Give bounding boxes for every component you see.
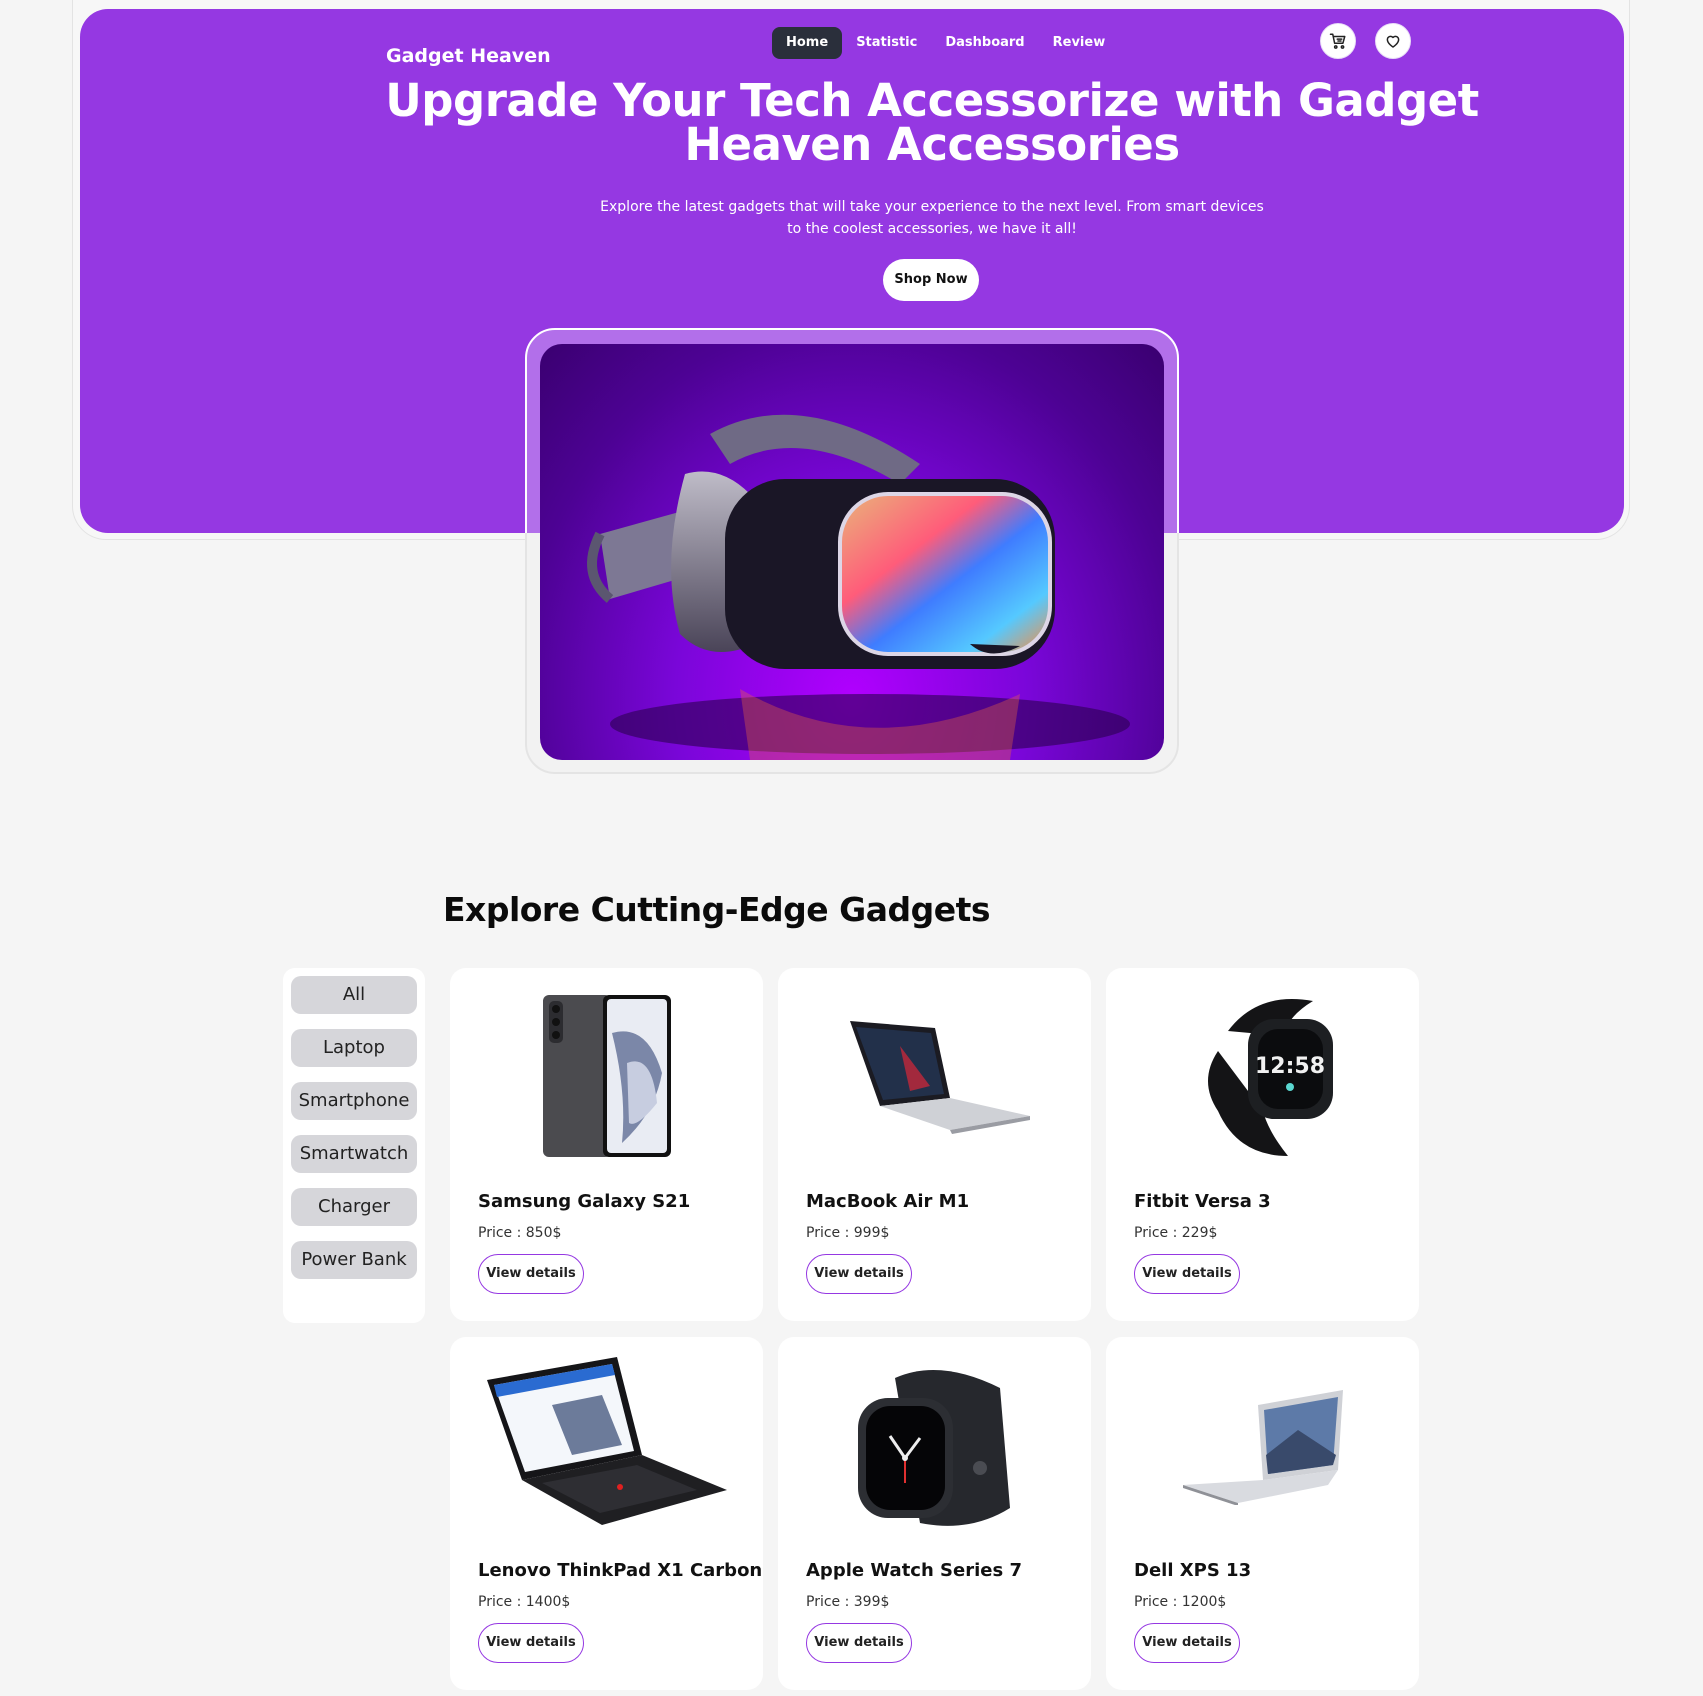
category-charger[interactable]: Charger [291, 1188, 417, 1226]
smartphone-image [478, 986, 735, 1166]
hero-title: Upgrade Your Tech Accessorize with Gadge… [385, 74, 1479, 171]
product-price: Price : 229$ [1134, 1225, 1218, 1241]
nav-dashboard[interactable]: Dashboard [931, 27, 1038, 59]
hero-description: Explore the latest gadgets that will tak… [600, 199, 1264, 237]
product-card: 12:58 Fitbit Versa 3 Price : 229$ View d… [1106, 968, 1419, 1321]
nav-statistic[interactable]: Statistic [842, 27, 931, 59]
category-sidebar: All Laptop Smartphone Smartwatch Charger… [283, 968, 425, 1323]
watch-face-time: 12:58 [1254, 1054, 1324, 1079]
smartwatch-image [806, 1355, 1063, 1535]
product-name: Fitbit Versa 3 [1134, 1191, 1271, 1212]
product-name: MacBook Air M1 [806, 1191, 970, 1212]
shop-now-button[interactable]: Shop Now [883, 259, 979, 301]
view-details-button[interactable]: View details [806, 1254, 912, 1294]
product-name: Apple Watch Series 7 [806, 1560, 1022, 1581]
category-all[interactable]: All [291, 976, 417, 1014]
wishlist-button[interactable] [1375, 23, 1411, 59]
product-name: Lenovo ThinkPad X1 Carbon [478, 1560, 763, 1581]
view-details-button[interactable]: View details [478, 1254, 584, 1294]
view-details-button[interactable]: View details [806, 1623, 912, 1663]
category-smartwatch[interactable]: Smartwatch [291, 1135, 417, 1173]
product-card: Lenovo ThinkPad X1 Carbon Price : 1400$ … [450, 1337, 763, 1690]
product-name: Dell XPS 13 [1134, 1560, 1252, 1581]
heart-icon [1386, 35, 1400, 48]
category-smartphone[interactable]: Smartphone [291, 1082, 417, 1120]
smartwatch-image: 12:58 [1134, 986, 1391, 1166]
category-power-bank[interactable]: Power Bank [291, 1241, 417, 1279]
product-price: Price : 1200$ [1134, 1594, 1227, 1610]
nav-review[interactable]: Review [1039, 27, 1120, 59]
product-name: Samsung Galaxy S21 [478, 1191, 691, 1212]
product-card: Dell XPS 13 Price : 1200$ View details [1106, 1337, 1419, 1690]
laptop-image [478, 1355, 735, 1535]
product-price: Price : 850$ [478, 1225, 562, 1241]
laptop-image [1134, 1355, 1391, 1535]
section-title: Explore Cutting-Edge Gadgets [443, 890, 991, 929]
view-details-button[interactable]: View details [478, 1623, 584, 1663]
product-price: Price : 999$ [806, 1225, 890, 1241]
product-price: Price : 399$ [806, 1594, 890, 1610]
nav-home[interactable]: Home [772, 27, 843, 59]
view-details-button[interactable]: View details [1134, 1254, 1240, 1294]
product-price: Price : 1400$ [478, 1594, 571, 1610]
cart-icon [1329, 33, 1346, 49]
vr-headset-image [540, 344, 1164, 760]
product-card: Samsung Galaxy S21 Price : 850$ View det… [450, 968, 763, 1321]
brand-logo[interactable]: Gadget Heaven [386, 41, 551, 71]
cart-button[interactable] [1320, 23, 1356, 59]
category-laptop[interactable]: Laptop [291, 1029, 417, 1067]
product-card: MacBook Air M1 Price : 999$ View details [778, 968, 1091, 1321]
laptop-image [806, 986, 1063, 1166]
view-details-button[interactable]: View details [1134, 1623, 1240, 1663]
product-card: Apple Watch Series 7 Price : 399$ View d… [778, 1337, 1091, 1690]
main-nav: Home Statistic Dashboard Review [772, 27, 1119, 59]
